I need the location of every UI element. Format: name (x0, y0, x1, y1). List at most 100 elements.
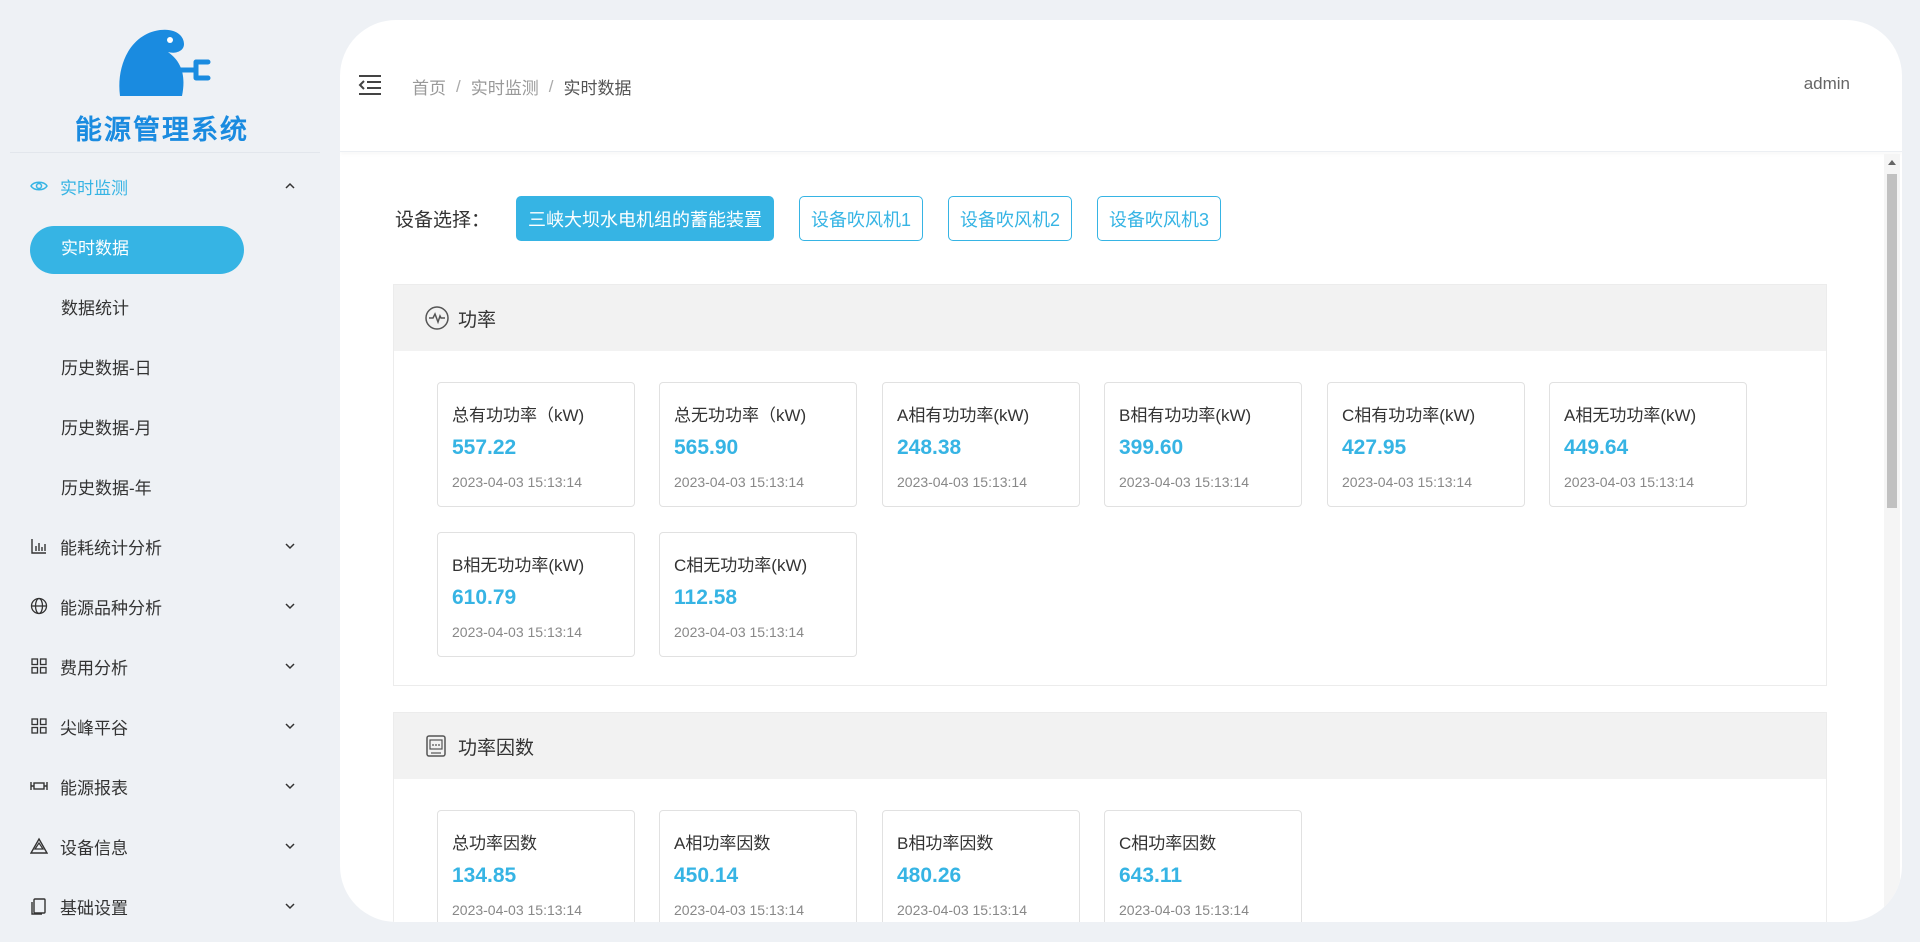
metric-value: 643.11 (1119, 864, 1183, 887)
metric-card: 总功率因数 134.85 2023-04-03 15:13:14 (437, 810, 635, 922)
metric-value: 565.90 (674, 436, 739, 459)
menu-item-basic-settings[interactable]: 基础设置 (0, 876, 320, 936)
device-button-1[interactable]: 设备吹风机1 (799, 196, 924, 241)
menu-label: 实时监测 (60, 178, 128, 198)
section-power: 功率 总有功功率（kW) 557.22 2023-04-03 15:13:14 … (393, 284, 1827, 686)
metric-timestamp: 2023-04-03 15:13:14 (1342, 474, 1472, 490)
menu-item-device-info[interactable]: 设备信息 (0, 816, 320, 876)
metric-timestamp: 2023-04-03 15:13:14 (452, 902, 582, 918)
metric-label: 总功率因数 (452, 834, 537, 853)
metric-timestamp: 2023-04-03 15:13:14 (674, 624, 804, 640)
section-header: 功率 (394, 285, 1826, 351)
warning-triangle-icon (30, 837, 48, 855)
metric-value: 449.64 (1564, 436, 1629, 459)
metric-timestamp: 2023-04-03 15:13:14 (897, 902, 1027, 918)
metric-timestamp: 2023-04-03 15:13:14 (674, 474, 804, 490)
metric-timestamp: 2023-04-03 15:13:14 (452, 624, 582, 640)
device-button-2[interactable]: 设备吹风机2 (948, 196, 1073, 241)
pulse-icon (425, 306, 449, 330)
menu-item-energy-report[interactable]: 能源报表 (0, 756, 320, 816)
submenu-item-realtime-data[interactable]: 实时数据 (0, 216, 320, 276)
cos-meter-icon (426, 735, 446, 757)
scroll-down-arrow-icon[interactable] (1888, 911, 1896, 916)
device-button-0[interactable]: 三峡大坝水电机组的蓄能装置 (516, 196, 775, 241)
menu-item-peak-valley[interactable]: 尖峰平谷 (0, 696, 320, 756)
breadcrumb-separator: / (456, 76, 461, 96)
menu-label: 费用分析 (60, 658, 128, 678)
scroll-thumb[interactable] (1887, 174, 1897, 508)
metric-label: B相功率因数 (897, 834, 994, 853)
metric-value: 134.85 (452, 864, 517, 887)
metric-value: 480.26 (897, 864, 962, 887)
metric-label: C相功率因数 (1119, 834, 1217, 853)
section-title: 功率因数 (458, 737, 535, 759)
metric-card: B相有功功率(kW) 399.60 2023-04-03 15:13:14 (1104, 382, 1302, 507)
logo-divider (10, 152, 320, 153)
section-power-factor: 功率因数 总功率因数 134.85 2023-04-03 15:13:14 A相… (393, 712, 1827, 922)
menu-item-energy-stats[interactable]: 能耗统计分析 (0, 516, 320, 576)
metric-value: 112.58 (674, 586, 738, 609)
metric-label: 总无功功率（kW) (674, 406, 807, 425)
main-panel: 首页 / 实时监测 / 实时数据 admin 设备选择： 三峡大坝水电机组的蓄能… (340, 20, 1902, 922)
chevron-down-icon (285, 783, 295, 790)
chevron-down-icon (285, 723, 295, 730)
submenu-label: 实时数据 (61, 238, 129, 258)
metric-value: 450.14 (674, 864, 739, 887)
metric-label: A相功率因数 (674, 834, 771, 853)
menu-label: 尖峰平谷 (60, 718, 128, 738)
metric-label: A相无功功率(kW) (1564, 406, 1697, 425)
metric-label: C相有功功率(kW) (1342, 406, 1476, 425)
metric-label: B相有功功率(kW) (1119, 406, 1252, 425)
metric-card: C相功率因数 643.11 2023-04-03 15:13:14 (1104, 810, 1302, 922)
submenu-label: 数据统计 (61, 298, 129, 318)
submenu-label: 历史数据-月 (61, 418, 152, 438)
chevron-down-icon (285, 543, 295, 550)
section-header: 功率因数 (394, 713, 1826, 779)
logo: 能源管理系统 (0, 0, 320, 150)
top-header: 首页 / 实时监测 / 实时数据 admin (340, 20, 1902, 152)
metric-card: 总有功功率（kW) 557.22 2023-04-03 15:13:14 (437, 382, 635, 507)
menu-collapse-icon[interactable] (358, 74, 382, 96)
globe-icon (30, 597, 48, 615)
breadcrumb-home[interactable]: 首页 (412, 74, 446, 99)
device-button-3[interactable]: 设备吹风机3 (1097, 196, 1222, 241)
menu-item-realtime-monitor[interactable]: 实时监测 (0, 156, 320, 216)
app-title: 能源管理系统 (75, 115, 249, 146)
report-icon (30, 777, 48, 795)
metric-timestamp: 2023-04-03 15:13:14 (452, 474, 582, 490)
submenu-label: 历史数据-年 (61, 478, 152, 498)
metric-timestamp: 2023-04-03 15:13:14 (1119, 474, 1249, 490)
breadcrumb-realtime-monitor[interactable]: 实时监测 (471, 74, 539, 99)
content-area: 设备选择： 三峡大坝水电机组的蓄能装置 设备吹风机1 设备吹风机2 设备吹风机3… (340, 154, 1880, 922)
vertical-scrollbar[interactable] (1884, 154, 1900, 922)
metric-label: B相无功功率(kW) (452, 556, 585, 575)
breadcrumb: 首页 / 实时监测 / 实时数据 (412, 74, 631, 99)
scroll-up-arrow-icon[interactable] (1888, 160, 1896, 165)
metric-label: 总有功功率（kW) (452, 406, 585, 425)
menu-label: 设备信息 (60, 838, 128, 858)
metric-timestamp: 2023-04-03 15:13:14 (674, 902, 804, 918)
menu-label: 基础设置 (60, 898, 128, 918)
metric-card: B相无功功率(kW) 610.79 2023-04-03 15:13:14 (437, 532, 635, 657)
chevron-down-icon (285, 903, 295, 910)
submenu-item-data-stats[interactable]: 数据统计 (0, 276, 320, 336)
submenu-item-history-year[interactable]: 历史数据-年 (0, 456, 320, 516)
user-menu[interactable]: admin (1804, 74, 1850, 94)
device-selector: 设备选择： 三峡大坝水电机组的蓄能装置 设备吹风机1 设备吹风机2 设备吹风机3 (395, 196, 1246, 241)
metric-card: A相功率因数 450.14 2023-04-03 15:13:14 (659, 810, 857, 922)
metric-value: 399.60 (1119, 436, 1184, 459)
metric-card: C相无功功率(kW) 112.58 2023-04-03 15:13:14 (659, 532, 857, 657)
device-select-label: 设备选择： (395, 210, 491, 231)
menu-item-energy-type[interactable]: 能源品种分析 (0, 576, 320, 636)
menu-label: 能源报表 (60, 778, 128, 798)
submenu-label: 历史数据-日 (61, 358, 152, 378)
metric-value: 557.22 (452, 436, 517, 459)
metric-card: B相功率因数 480.26 2023-04-03 15:13:14 (882, 810, 1080, 922)
submenu-item-history-day[interactable]: 历史数据-日 (0, 336, 320, 396)
metric-card: A相有功功率(kW) 248.38 2023-04-03 15:13:14 (882, 382, 1080, 507)
metric-value: 427.95 (1342, 436, 1407, 459)
menu-item-cost-analysis[interactable]: 费用分析 (0, 636, 320, 696)
submenu-item-history-month[interactable]: 历史数据-月 (0, 396, 320, 456)
metric-value: 248.38 (897, 436, 962, 459)
chevron-down-icon (285, 843, 295, 850)
